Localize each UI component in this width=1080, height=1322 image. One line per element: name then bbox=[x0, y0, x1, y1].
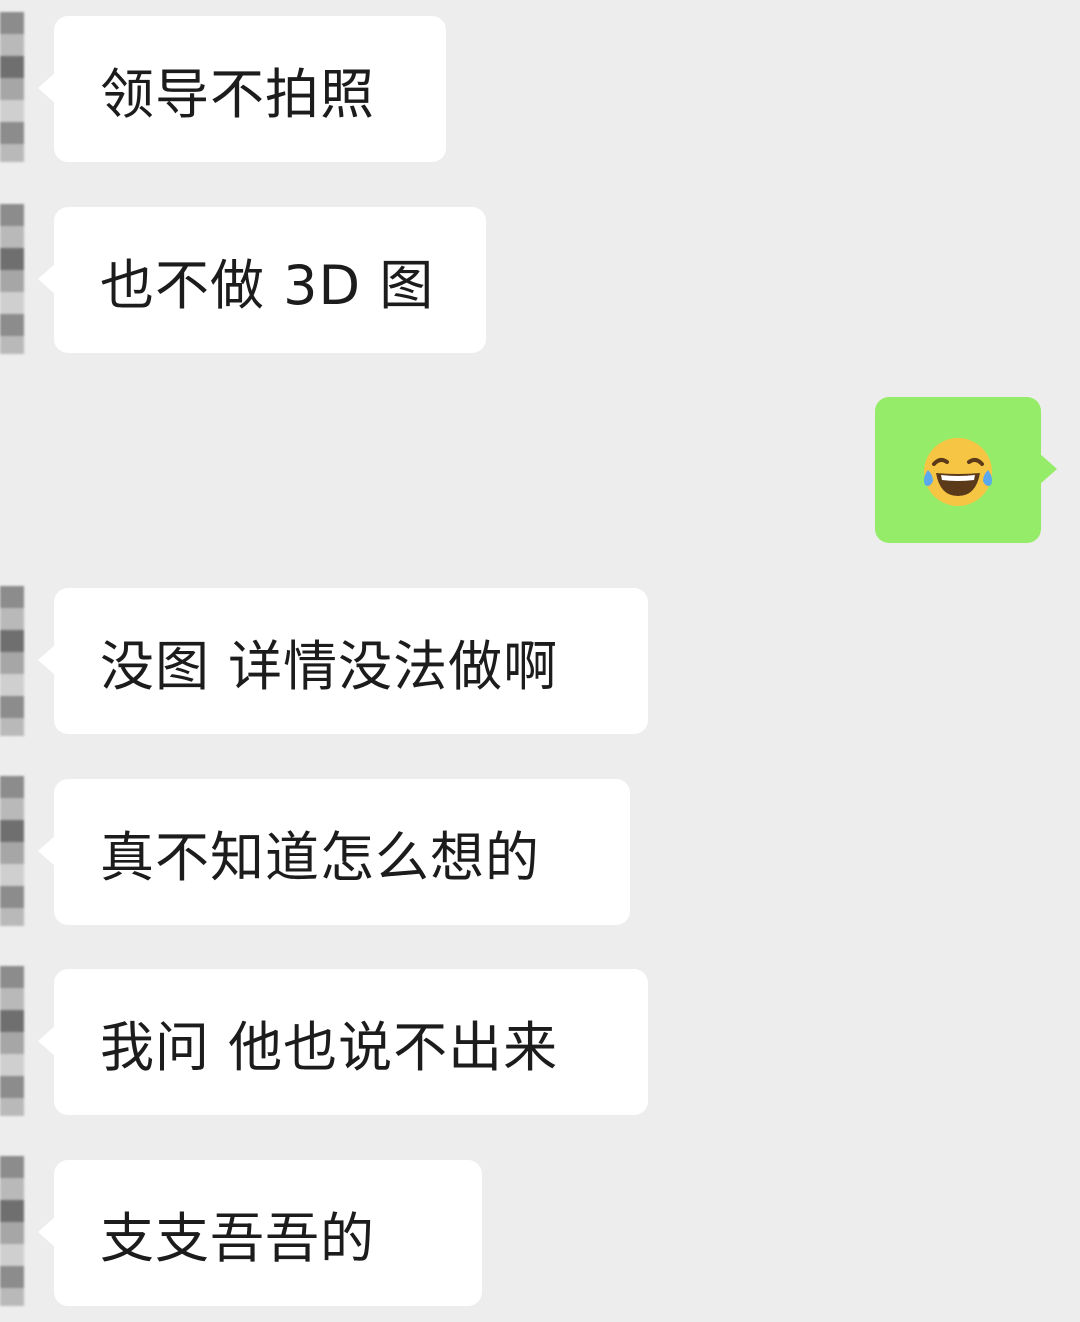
message-bubble[interactable]: 我问 他也说不出来 bbox=[38, 969, 648, 1115]
chat-history[interactable]: 领导不拍照 也不做 3D 图 没图 详情没法做啊 真不知道怎么想的 我问 他也说… bbox=[0, 0, 1080, 1322]
sender-avatar[interactable] bbox=[0, 776, 24, 926]
message-text: 我问 他也说不出来 bbox=[100, 1015, 559, 1079]
message-text: 真不知道怎么想的 bbox=[100, 825, 540, 889]
laughing-tears-emoji-icon bbox=[924, 438, 992, 506]
message-text: 没图 详情没法做啊 bbox=[100, 634, 559, 698]
message-bubble[interactable]: 也不做 3D 图 bbox=[38, 207, 486, 353]
sender-avatar[interactable] bbox=[0, 966, 24, 1116]
message-bubble[interactable]: 真不知道怎么想的 bbox=[38, 779, 630, 925]
sender-avatar[interactable] bbox=[0, 204, 24, 354]
message-bubble[interactable]: 没图 详情没法做啊 bbox=[38, 588, 648, 734]
my-message-bubble[interactable] bbox=[875, 397, 1057, 543]
message-bubble[interactable]: 支支吾吾的 bbox=[38, 1160, 482, 1306]
message-text: 领导不拍照 bbox=[100, 62, 375, 126]
message-bubble[interactable]: 领导不拍照 bbox=[38, 16, 446, 162]
sender-avatar[interactable] bbox=[0, 1156, 24, 1306]
sender-avatar[interactable] bbox=[0, 12, 24, 162]
message-text: 支支吾吾的 bbox=[100, 1206, 375, 1270]
sender-avatar[interactable] bbox=[0, 586, 24, 736]
message-text: 也不做 3D 图 bbox=[100, 253, 435, 317]
